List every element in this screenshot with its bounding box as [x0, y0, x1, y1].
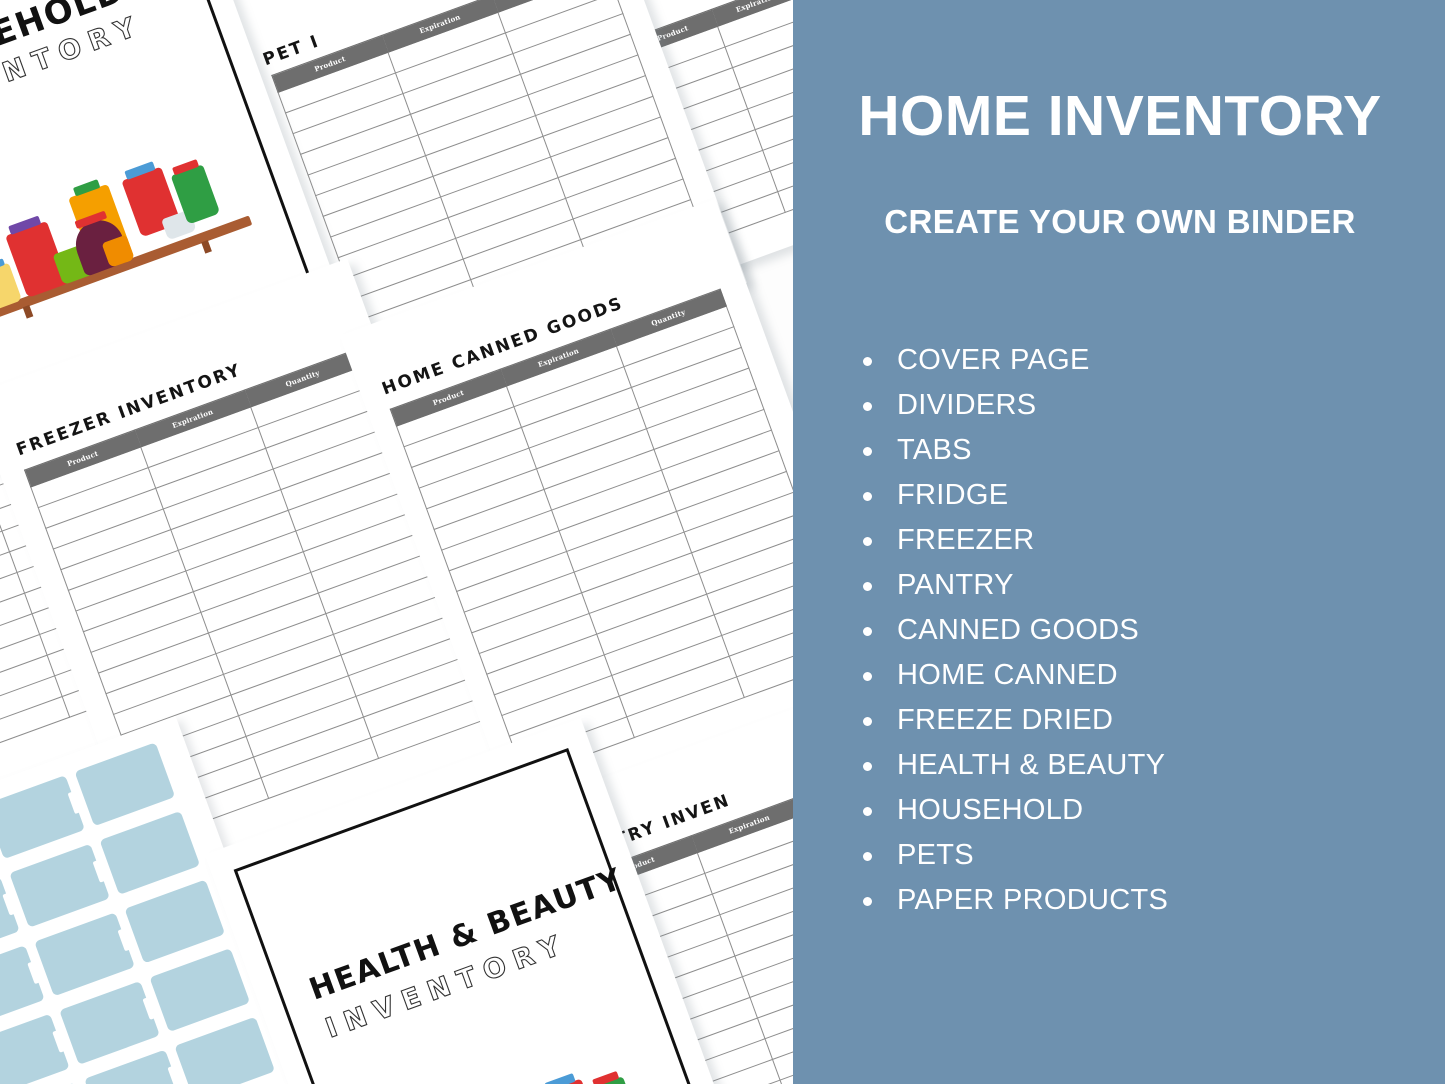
tab-chip: [74, 742, 176, 827]
list-item: PANTRY: [859, 563, 1419, 608]
shelf-leg: [22, 304, 34, 319]
list-item: TABS: [859, 428, 1419, 473]
list-item: HOUSEHOLD: [859, 788, 1419, 833]
bullet-icon: [863, 537, 872, 546]
tab-chip: [34, 912, 135, 997]
list-item: FREEZE DRIED: [859, 698, 1419, 743]
bullet-icon: [863, 762, 872, 771]
list-item-label: CANNED GOODS: [897, 614, 1140, 646]
tab-chip: [174, 1016, 276, 1084]
feature-list: COVER PAGE DIVIDERS TABS FRIDGE FREEZER …: [859, 338, 1419, 923]
poster: Product Expiration Quantity: [0, 0, 1445, 1084]
tab-chip: [149, 948, 251, 1033]
list-item-label: HOME CANNED: [897, 659, 1118, 691]
list-item: FREEZER: [859, 518, 1419, 563]
list-item: COVER PAGE: [859, 338, 1419, 383]
list-item-label: PETS: [897, 839, 974, 871]
info-panel: HOME INVENTORY CREATE YOUR OWN BINDER CO…: [793, 0, 1445, 1084]
list-item-label: FREEZER: [897, 524, 1035, 556]
tab-chip: [99, 810, 201, 895]
list-item: DIVIDERS: [859, 383, 1419, 428]
bullet-icon: [863, 447, 872, 456]
bullet-icon: [863, 897, 872, 906]
list-item: FRIDGE: [859, 473, 1419, 518]
bullet-icon: [863, 627, 872, 636]
tab-chip: [9, 843, 110, 928]
bullet-icon: [863, 582, 872, 591]
bullet-icon: [863, 807, 872, 816]
list-item: HOME CANNED: [859, 653, 1419, 698]
list-item-label: TABS: [897, 434, 972, 466]
bullet-icon: [863, 717, 872, 726]
tab-chip: [124, 879, 226, 964]
list-item: CANNED GOODS: [859, 608, 1419, 653]
list-item-label: HOUSEHOLD: [897, 794, 1084, 826]
shelf-leg: [201, 240, 212, 254]
tab-chip: [0, 775, 85, 860]
bullet-icon: [863, 402, 872, 411]
list-item: PAPER PRODUCTS: [859, 878, 1419, 923]
page-subtitle: CREATE YOUR OWN BINDER: [884, 203, 1356, 240]
page-title: HOME INVENTORY: [858, 84, 1382, 148]
tab-chip: [0, 945, 45, 1030]
bullet-icon: [863, 492, 872, 501]
list-item-label: DIVIDERS: [897, 389, 1037, 421]
list-item-label: COVER PAGE: [897, 344, 1090, 376]
tab-chip: [59, 980, 160, 1065]
list-item-label: FREEZE DRIED: [897, 704, 1114, 736]
list-item-label: FRIDGE: [897, 479, 1009, 511]
jars-illustration-health-beauty: [368, 1031, 685, 1084]
bullet-icon: [863, 852, 872, 861]
product-mockup-collage: Product Expiration Quantity: [0, 0, 795, 1084]
list-item-label: HEALTH & BEAUTY: [897, 749, 1166, 781]
list-item-label: PAPER PRODUCTS: [897, 884, 1169, 916]
bullet-icon: [863, 672, 872, 681]
list-item: PETS: [859, 833, 1419, 878]
bullet-icon: [863, 357, 872, 366]
list-item-label: PANTRY: [897, 569, 1014, 601]
list-item: HEALTH & BEAUTY: [859, 743, 1419, 788]
jar-lid: [544, 1073, 576, 1084]
